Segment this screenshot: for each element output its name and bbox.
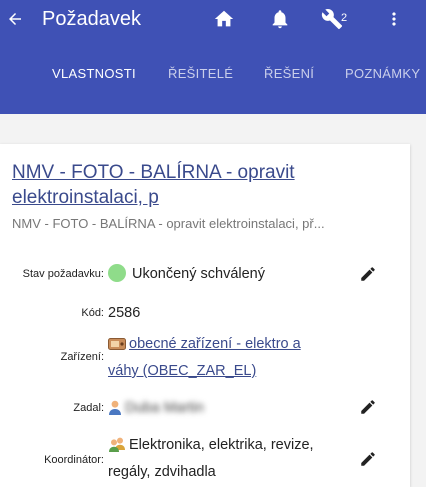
pencil-icon bbox=[361, 452, 375, 466]
request-subtitle: NMV - FOTO - BALÍRNA - opravit elektroin… bbox=[12, 216, 325, 231]
home-icon bbox=[214, 10, 234, 27]
home-button[interactable] bbox=[213, 8, 235, 32]
status-label: Stav požadavku: bbox=[22, 268, 104, 280]
toolbar: Požadavek 2 bbox=[0, 0, 426, 40]
page-title: Požadavek bbox=[42, 8, 141, 30]
pencil-icon bbox=[361, 400, 375, 414]
coordinator-label: Koordinátor: bbox=[44, 454, 104, 466]
more-vert-icon bbox=[392, 12, 396, 26]
code-value: 2586 bbox=[108, 305, 141, 321]
device-link[interactable]: obecné zařízení - elektro a bbox=[129, 336, 301, 352]
edit-coordinator-button[interactable] bbox=[359, 450, 377, 468]
device-value: obecné zařízení - elektro a váhy (OBEC_ZA… bbox=[108, 332, 338, 383]
device-link-code[interactable]: váhy (OBEC_ZAR_EL) bbox=[108, 363, 256, 379]
status-value: Ukončený schválený bbox=[108, 262, 265, 286]
request-title-link[interactable]: NMV - FOTO - BALÍRNA - opravit elektroin… bbox=[12, 160, 352, 210]
tab-bar: VLASTNOSTI ŘEŠITELÉ ŘEŠENÍ POZNÁMKY bbox=[0, 58, 426, 90]
group-icon bbox=[108, 436, 126, 460]
edit-submitter-button[interactable] bbox=[359, 398, 377, 416]
device-label: Zařízení: bbox=[60, 351, 104, 363]
tools-count-badge: 2 bbox=[341, 12, 348, 24]
status-text: Ukončený schválený bbox=[132, 266, 265, 282]
submitter-value: Duba Martin bbox=[108, 396, 204, 423]
tab-solutions[interactable]: ŘEŠENÍ bbox=[264, 58, 314, 90]
back-button[interactable] bbox=[4, 6, 26, 32]
wrench-icon bbox=[321, 9, 343, 30]
tools-button[interactable]: 2 bbox=[321, 8, 357, 32]
arrow-back-icon bbox=[9, 13, 21, 25]
tab-notes[interactable]: POZNÁMKY bbox=[345, 58, 420, 90]
pencil-icon bbox=[361, 267, 375, 281]
notifications-button[interactable] bbox=[269, 8, 291, 32]
submitter-label: Zadal: bbox=[73, 402, 104, 414]
device-icon bbox=[108, 335, 126, 359]
coordinator-text-line1: Elektronika, elektrika, revize, bbox=[129, 437, 314, 453]
submitter-name: Duba Martin bbox=[125, 400, 204, 416]
app-bar: Požadavek 2 VLASTNOSTI ŘEŠITELÉ ŘEŠENÍ P… bbox=[0, 0, 426, 114]
tab-solvers[interactable]: ŘEŠITELÉ bbox=[168, 58, 233, 90]
status-dot bbox=[108, 264, 126, 282]
person-icon bbox=[108, 399, 122, 423]
tab-properties[interactable]: VLASTNOSTI bbox=[52, 58, 136, 90]
more-menu-button[interactable] bbox=[384, 8, 404, 32]
code-label: Kód: bbox=[81, 307, 104, 319]
request-detail-card: NMV - FOTO - BALÍRNA - opravit elektroin… bbox=[0, 144, 410, 487]
coordinator-value: Elektronika, elektrika, revize, regály, z… bbox=[108, 433, 358, 484]
bell-icon bbox=[272, 10, 288, 29]
coordinator-text-line2: regály, zdvihadla bbox=[108, 464, 216, 480]
edit-status-button[interactable] bbox=[359, 265, 377, 283]
